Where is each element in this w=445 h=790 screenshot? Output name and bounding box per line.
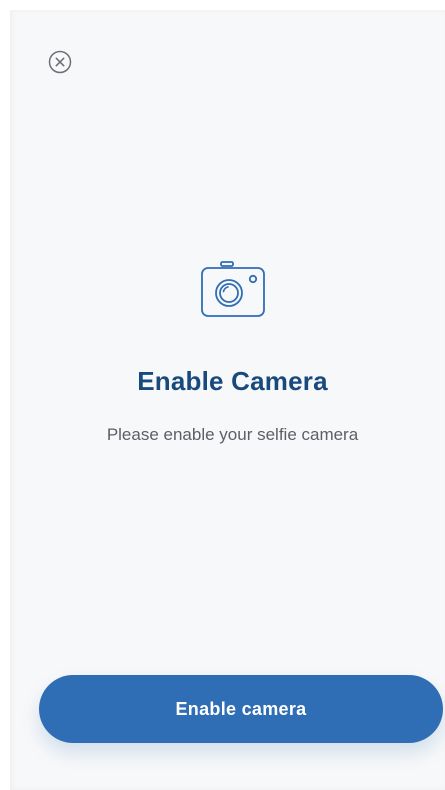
enable-camera-screen: Enable Camera Please enable your selfie … bbox=[0, 0, 445, 790]
main-content: Enable Camera Please enable your selfie … bbox=[20, 260, 445, 445]
page-title: Enable Camera bbox=[137, 366, 328, 396]
page-subtitle: Please enable your selfie camera bbox=[106, 425, 359, 444]
camera-icon bbox=[200, 261, 265, 317]
close-icon[interactable] bbox=[48, 50, 72, 74]
enable-camera-button[interactable]: Enable camera bbox=[39, 675, 443, 743]
